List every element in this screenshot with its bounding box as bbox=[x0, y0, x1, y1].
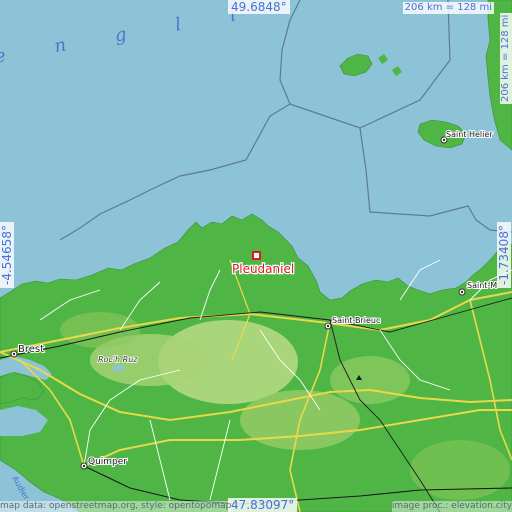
quimper-label: Quimper bbox=[88, 457, 127, 467]
saint-helier-dot-center bbox=[442, 138, 446, 142]
saint-helier-label: Saint Helier bbox=[446, 130, 493, 139]
map-view[interactable]: Pleudaniel Saint Helier Saint-Brieuc Bre… bbox=[0, 0, 512, 512]
saint-malo-label: Saint-M bbox=[467, 281, 497, 290]
coord-right: -1.73408° bbox=[497, 222, 511, 288]
brest-dot-center bbox=[12, 352, 16, 356]
credit-right: image proc.: elevation.city bbox=[391, 501, 512, 512]
map-canvas: Pleudaniel Saint Helier Saint-Brieuc Bre… bbox=[0, 0, 512, 512]
east-hills bbox=[410, 440, 510, 500]
location-marker-icon[interactable] bbox=[252, 251, 261, 260]
saint-brieuc-dot-center bbox=[326, 324, 330, 328]
credit-left: map data: openstreetmap.org, style: open… bbox=[0, 501, 232, 512]
brest-label: Brest bbox=[18, 344, 44, 355]
coord-bottom: 47.83097° bbox=[228, 498, 298, 512]
saint-malo-dot-center bbox=[460, 290, 464, 294]
roc-h-ruz-label: Roc'h Ruz bbox=[98, 355, 138, 364]
coord-top: 49.6848° bbox=[228, 0, 290, 14]
saint-brieuc-label: Saint-Brieuc bbox=[332, 316, 380, 325]
main-place-label: Pleudaniel bbox=[232, 262, 294, 276]
coord-left: -4.54658° bbox=[0, 222, 14, 288]
quimper-dot-center bbox=[82, 464, 86, 468]
scale-vertical: 206 km = 128 mi bbox=[500, 12, 512, 104]
lake bbox=[111, 365, 125, 371]
scale-horizontal: 206 km = 128 mi bbox=[402, 2, 494, 14]
